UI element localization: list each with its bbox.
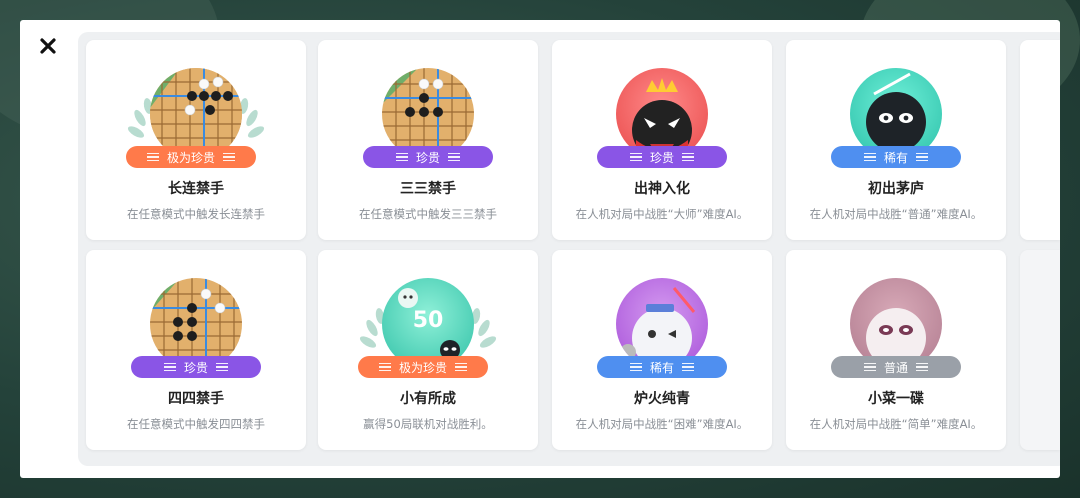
achievement-card[interactable]: 稀有 炉火纯青 在人机对局中战胜“困难”难度AI。 [552, 250, 772, 450]
achievement-title: 四四禁手 [168, 391, 224, 407]
close-button[interactable] [36, 34, 60, 58]
rarity-label: 极为珍贵 [166, 150, 215, 165]
rarity-badge: 稀有 [597, 356, 727, 378]
achievements-modal: 极为珍贵 长连禁手 在任意模式中触发长连禁手 珍贵 三三禁手 在任意模式中触发三… [20, 20, 1060, 478]
achievement-title: 三三禁手 [400, 181, 456, 197]
achievement-card[interactable]: 极为珍贵 长连禁手 在任意模式中触发长连禁手 [86, 40, 306, 240]
rarity-label: 珍贵 [649, 150, 674, 165]
achievement-desc: 在人机对局中战胜“困难”难度AI。 [575, 417, 749, 431]
achievement-card[interactable]: 普通 小菜一碟 在人机对局中战胜“简单”难度AI。 [786, 250, 1006, 450]
achievement-title: 小有所成 [400, 391, 456, 407]
rarity-label: 珍贵 [415, 150, 440, 165]
rarity-label: 珍贵 [183, 360, 208, 375]
rarity-badge: 极为珍贵 [358, 356, 488, 378]
rarity-label: 普通 [883, 360, 908, 375]
achievement-card[interactable]: 珍贵 四四禁手 在任意模式中触发四四禁手 [86, 250, 306, 450]
rarity-badge: 极为珍贵 [126, 146, 256, 168]
achievement-card[interactable]: 50 极为珍贵 小有所成 赢得50局联机对战胜利。 [318, 250, 538, 450]
achievement-desc: 在人机对局中战胜“简单”难度AI。 [809, 417, 983, 431]
achievement-card-partial[interactable] [1020, 40, 1060, 240]
achievement-desc: 在任意模式中触发四四禁手 [127, 417, 265, 431]
achievement-title: 炉火纯青 [634, 391, 690, 407]
achievement-title: 小菜一碟 [868, 391, 924, 407]
achievement-card[interactable]: 珍贵 三三禁手 在任意模式中触发三三禁手 [318, 40, 538, 240]
rarity-badge: 珍贵 [131, 356, 261, 378]
rarity-badge: 珍贵 [597, 146, 727, 168]
rarity-badge: 普通 [831, 356, 961, 378]
achievement-desc: 在任意模式中触发三三禁手 [359, 207, 497, 221]
rarity-label: 稀有 [649, 360, 674, 375]
achievement-desc: 在人机对局中战胜“普通”难度AI。 [809, 207, 983, 221]
badge-number: 50 [412, 308, 444, 333]
achievement-title: 长连禁手 [168, 181, 224, 197]
achievement-desc: 在任意模式中触发长连禁手 [127, 207, 265, 221]
achievement-title: 出神入化 [634, 181, 690, 197]
achievement-card[interactable]: 珍贵 出神入化 在人机对局中战胜“大师”难度AI。 [552, 40, 772, 240]
rarity-label: 稀有 [883, 150, 908, 165]
achievement-title: 初出茅庐 [868, 181, 924, 197]
rarity-badge: 稀有 [831, 146, 961, 168]
achievement-desc: 赢得50局联机对战胜利。 [363, 417, 493, 431]
achievement-card[interactable]: 稀有 初出茅庐 在人机对局中战胜“普通”难度AI。 [786, 40, 1006, 240]
achievement-card-partial[interactable] [1020, 250, 1060, 450]
close-icon [40, 38, 56, 54]
rarity-label: 极为珍贵 [398, 360, 447, 375]
achievement-desc: 在人机对局中战胜“大师”难度AI。 [575, 207, 749, 221]
rarity-badge: 珍贵 [363, 146, 493, 168]
achievement-grid: 极为珍贵 长连禁手 在任意模式中触发长连禁手 珍贵 三三禁手 在任意模式中触发三… [78, 32, 1060, 466]
